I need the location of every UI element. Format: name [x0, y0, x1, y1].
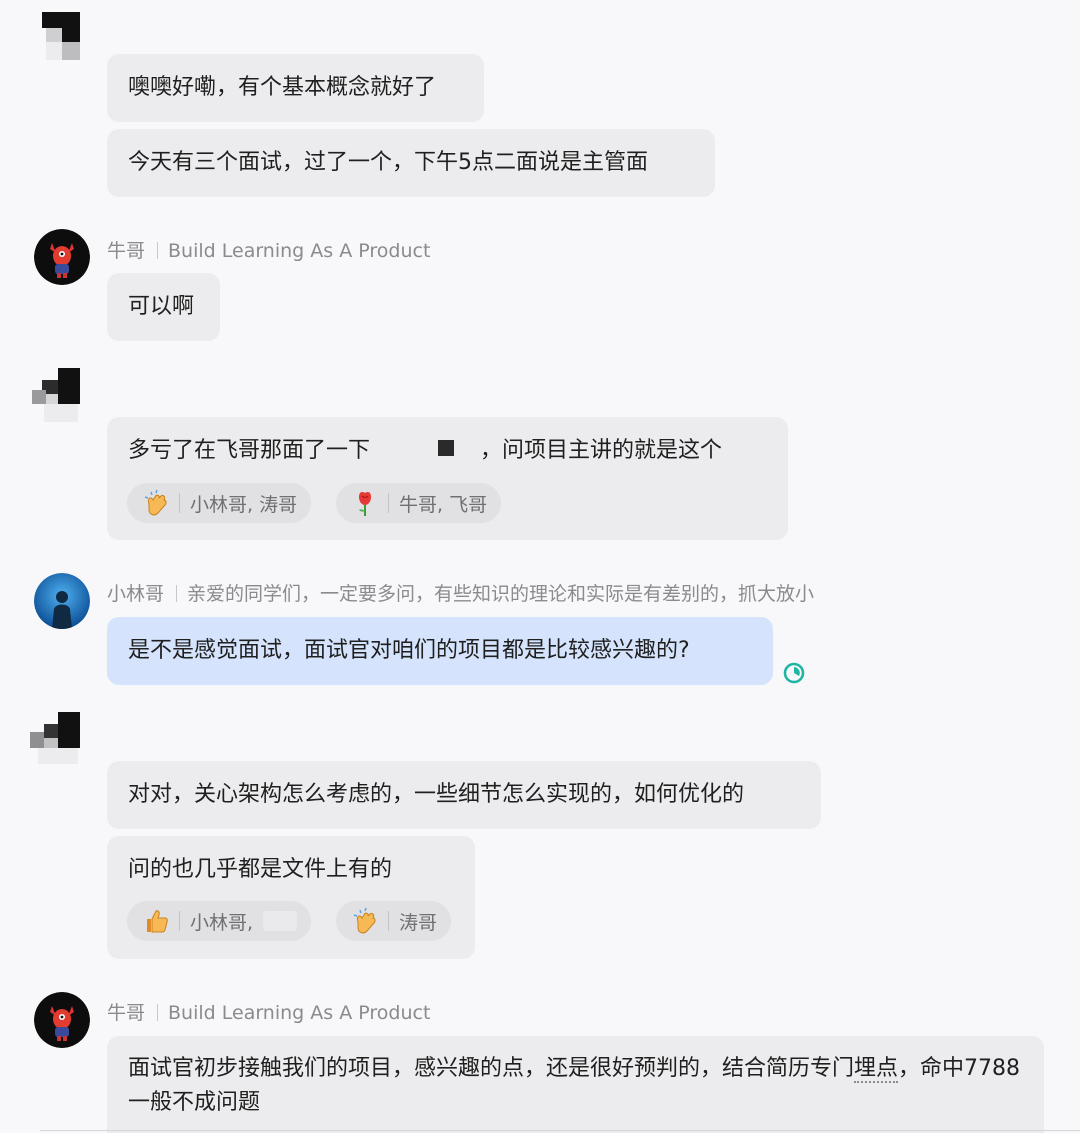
reaction-pill[interactable]: 牛哥, 飞哥	[336, 483, 502, 523]
blurred-name	[263, 911, 298, 931]
niu-ge-avatar[interactable]	[34, 992, 90, 1048]
message-meta: 牛哥 Build Learning As A Product	[107, 236, 430, 263]
message-text: 面试官初步接触我们的项目，感兴趣的点，还是很好预判的，结合简历专门	[128, 1056, 855, 1081]
highlighted-term[interactable]: 埋点	[854, 1056, 899, 1083]
xiao-lin-ge-avatar[interactable]	[34, 573, 90, 629]
message-bubble[interactable]: 噢噢好嘞，有个基本概念就好了	[107, 54, 484, 122]
message-bubble[interactable]: 面试官初步接触我们的项目，感兴趣的点，还是很好预判的，结合简历专门埋点，命中77…	[107, 1036, 1044, 1133]
thumbs-up-emoji-icon	[139, 904, 173, 938]
read-status-icon[interactable]	[782, 661, 806, 685]
rose-emoji-icon	[348, 486, 382, 520]
message-text: 今天有三个面试，过了一个，下午5点二面说是主管面	[128, 150, 648, 175]
reaction-pill[interactable]: 小林哥,	[127, 901, 312, 941]
niu-ge-avatar[interactable]	[34, 229, 90, 285]
reaction-pill[interactable]: 小林哥, 涛哥	[127, 483, 312, 523]
sender-signature: 亲爱的同学们，一定要多问，有些知识的理论和实际是有差别的，抓大放小	[187, 583, 815, 605]
reaction-people: 牛哥, 飞哥	[399, 493, 488, 516]
sender-name[interactable]: 牛哥	[107, 1002, 145, 1024]
user-avatar-pixelated[interactable]	[30, 366, 86, 422]
message-text: 对对，关心架构怎么考虑的，一些细节怎么实现的，如何优化的	[128, 782, 745, 807]
message-text: 是不是感觉面试，面试官对咱们的项目都是比较感兴趣的?	[128, 638, 690, 663]
message-bubble[interactable]: 是不是感觉面试，面试官对咱们的项目都是比较感兴趣的?	[107, 617, 773, 685]
clap-emoji-icon	[348, 904, 382, 938]
message-text: 可以啊	[128, 294, 195, 319]
clap-emoji-icon	[139, 486, 173, 520]
sender-signature: Build Learning As A Product	[168, 1002, 431, 1024]
message-text: ，问项目主讲的就是这个	[480, 438, 723, 463]
reaction-people: 小林哥, 涛哥	[190, 493, 298, 516]
message-meta: 牛哥 Build Learning As A Product	[107, 998, 430, 1025]
inline-image-icon[interactable]	[438, 440, 455, 456]
bottom-divider	[40, 1130, 1080, 1131]
reaction-people: 小林哥,	[190, 911, 254, 934]
message-bubble[interactable]: 可以啊	[107, 273, 220, 341]
sender-name[interactable]: 牛哥	[107, 240, 145, 262]
reaction-people: 涛哥	[399, 911, 438, 934]
message-bubble[interactable]: 今天有三个面试，过了一个，下午5点二面说是主管面	[107, 129, 715, 197]
sender-signature: Build Learning As A Product	[168, 240, 431, 262]
sender-name[interactable]: 小林哥	[107, 583, 164, 605]
message-text: 噢噢好嘞，有个基本概念就好了	[128, 75, 437, 100]
message-bubble[interactable]: 对对，关心架构怎么考虑的，一些细节怎么实现的，如何优化的	[107, 761, 821, 829]
user-avatar-pixelated[interactable]	[28, 710, 84, 766]
user-avatar-pixelated[interactable]	[32, 8, 88, 64]
message-meta: 小林哥 亲爱的同学们，一定要多问，有些知识的理论和实际是有差别的，抓大放小	[107, 579, 814, 606]
reaction-pill[interactable]: 涛哥	[336, 901, 452, 941]
message-text: 多亏了在飞哥那面了一下	[128, 438, 371, 463]
message-text: 问的也几乎都是文件上有的	[128, 857, 393, 882]
